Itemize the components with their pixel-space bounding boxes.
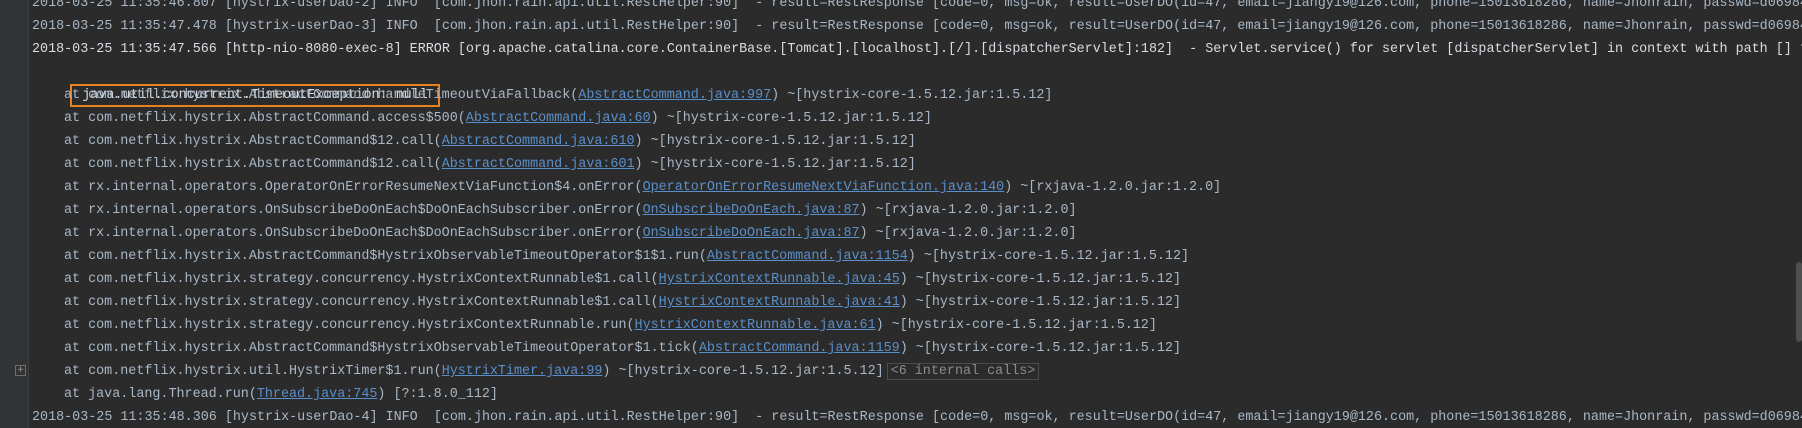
stack-frame-line: at com.netflix.hystrix.strategy.concurre… (32, 291, 1802, 314)
stack-frame-line: at rx.internal.operators.OnSubscribeDoOn… (32, 222, 1802, 245)
source-file-link[interactable]: AbstractCommand.java:610 (442, 134, 635, 149)
stack-frame-line: at rx.internal.operators.OperatorOnError… (32, 176, 1802, 199)
stack-frame-method: at com.netflix.hystrix.AbstractCommand.h… (64, 88, 579, 103)
stack-frame-method: at rx.internal.operators.OnSubscribeDoOn… (64, 226, 643, 241)
log-lines: 2018-03-25 11:35:46.807 [hystrix-userDao… (32, 0, 1802, 428)
error-log-line: 2018-03-25 11:35:47.566 [http-nio-8080-e… (32, 42, 1802, 57)
log-line: 2018-03-25 11:35:48.306 [hystrix-userDao… (32, 410, 1802, 425)
source-file-link[interactable]: Thread.java:745 (257, 387, 378, 402)
stack-frame-method: at com.netflix.hystrix.AbstractCommand$1… (64, 134, 442, 149)
stack-frame-method: at com.netflix.hystrix.strategy.concurre… (64, 272, 659, 287)
stack-frame-jar: ) ~[hystrix-core-1.5.12.jar:1.5.12] (907, 249, 1190, 264)
source-file-link[interactable]: OnSubscribeDoOnEach.java:87 (643, 203, 860, 218)
stack-frame-method: at java.lang.Thread.run( (64, 387, 257, 402)
stack-frame-line: at com.netflix.hystrix.AbstractCommand$H… (32, 337, 1802, 360)
stack-frame-method: at com.netflix.hystrix.strategy.concurre… (64, 295, 659, 310)
stack-frame-jar: ) ~[hystrix-core-1.5.12.jar:1.5.12] (650, 111, 932, 126)
stack-frame-jar: ) ~[hystrix-core-1.5.12.jar:1.5.12] (602, 364, 884, 379)
stack-frame-line: at com.netflix.hystrix.util.HystrixTimer… (32, 360, 1802, 383)
stack-frame-jar: ) ~[hystrix-core-1.5.12.jar:1.5.12] (899, 295, 1181, 310)
stack-frame-method: at com.netflix.hystrix.strategy.concurre… (64, 318, 635, 333)
log-line: 2018-03-25 11:35:46.807 [hystrix-userDao… (32, 0, 1802, 11)
source-file-link[interactable]: HystrixContextRunnable.java:61 (635, 318, 876, 333)
stack-frame-method: at rx.internal.operators.OnSubscribeDoOn… (64, 203, 643, 218)
stack-frame-line: at com.netflix.hystrix.AbstractCommand$1… (32, 153, 1802, 176)
stack-frame-line: at java.lang.Thread.run(Thread.java:745)… (32, 383, 1802, 406)
console-gutter: + (0, 0, 29, 428)
stack-frame-method: at com.netflix.hystrix.AbstractCommand$H… (64, 249, 707, 264)
stack-frame-method: at com.netflix.hystrix.AbstractCommand$H… (64, 341, 699, 356)
stack-frame-jar: ) ~[rxjava-1.2.0.jar:1.2.0] (859, 203, 1077, 218)
stack-frame-line: at com.netflix.hystrix.AbstractCommand.h… (32, 84, 1802, 107)
stack-frame-line: at com.netflix.hystrix.AbstractCommand$H… (32, 245, 1802, 268)
source-file-link[interactable]: OperatorOnErrorResumeNextViaFunction.jav… (643, 180, 1005, 195)
vertical-scrollbar[interactable] (1796, 262, 1802, 342)
stack-frame-jar: ) ~[rxjava-1.2.0.jar:1.2.0] (1004, 180, 1222, 195)
stack-frame-method: at com.netflix.hystrix.util.HystrixTimer… (64, 364, 442, 379)
stack-frame-jar: ) ~[hystrix-core-1.5.12.jar:1.5.12] (899, 272, 1181, 287)
stack-frame-line: at com.netflix.hystrix.strategy.concurre… (32, 268, 1802, 291)
source-file-link[interactable]: AbstractCommand.java:60 (466, 111, 651, 126)
stack-frame-line: at com.netflix.hystrix.AbstractCommand$1… (32, 130, 1802, 153)
stack-frame-line: at com.netflix.hystrix.strategy.concurre… (32, 314, 1802, 337)
stack-frame-jar: ) ~[hystrix-core-1.5.12.jar:1.5.12] (875, 318, 1157, 333)
stack-frame-method: at com.netflix.hystrix.AbstractCommand$1… (64, 157, 442, 172)
source-file-link[interactable]: HystrixTimer.java:99 (442, 364, 603, 379)
stack-frame-line: at rx.internal.operators.OnSubscribeDoOn… (32, 199, 1802, 222)
source-file-link[interactable]: AbstractCommand.java:1159 (699, 341, 900, 356)
stack-frame-method: at com.netflix.hystrix.AbstractCommand.a… (64, 111, 466, 126)
console-output: + 2018-03-25 11:35:46.807 [hystrix-userD… (0, 0, 1802, 428)
source-file-link[interactable]: AbstractCommand.java:1154 (707, 249, 908, 264)
log-line: 2018-03-25 11:35:47.478 [hystrix-userDao… (32, 19, 1802, 34)
stack-trace: at com.netflix.hystrix.AbstractCommand.h… (32, 84, 1802, 406)
stack-frame-method: at rx.internal.operators.OperatorOnError… (64, 180, 643, 195)
stack-frame-line: at com.netflix.hystrix.AbstractCommand.a… (32, 107, 1802, 130)
stack-frame-jar: ) ~[hystrix-core-1.5.12.jar:1.5.12] (771, 88, 1053, 103)
stack-frame-jar: ) ~[hystrix-core-1.5.12.jar:1.5.12] (899, 341, 1181, 356)
source-file-link[interactable]: AbstractCommand.java:601 (442, 157, 635, 172)
source-file-link[interactable]: HystrixContextRunnable.java:41 (659, 295, 900, 310)
source-file-link[interactable]: AbstractCommand.java:997 (578, 88, 771, 103)
stack-frame-jar: ) ~[hystrix-core-1.5.12.jar:1.5.12] (634, 157, 916, 172)
stack-frame-jar: ) ~[hystrix-core-1.5.12.jar:1.5.12] (634, 134, 916, 149)
expand-fold-icon[interactable]: + (15, 365, 26, 376)
stack-frame-jar: ) ~[rxjava-1.2.0.jar:1.2.0] (859, 226, 1077, 241)
exception-line: java.util.concurrent.TimeoutException: n… (32, 61, 1802, 107)
source-file-link[interactable]: HystrixContextRunnable.java:45 (659, 272, 900, 287)
stack-frame-jar: ) [?:1.8.0_112] (377, 387, 498, 402)
internal-calls-toggle[interactable]: <6 internal calls> (886, 363, 1040, 380)
source-file-link[interactable]: OnSubscribeDoOnEach.java:87 (643, 226, 860, 241)
